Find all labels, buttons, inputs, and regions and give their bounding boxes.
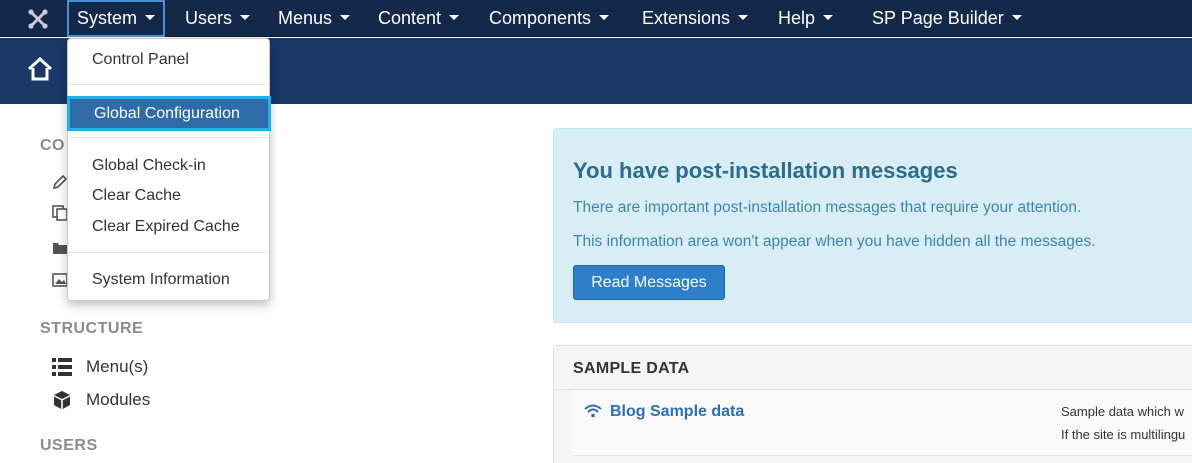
divider <box>68 84 269 85</box>
menu-content[interactable]: Content <box>378 0 460 37</box>
cube-icon <box>54 391 70 409</box>
list-item <box>572 390 1192 456</box>
divider <box>68 137 269 138</box>
home-icon[interactable] <box>27 56 53 82</box>
menu-sp-page-builder[interactable]: SP Page Builder <box>872 0 1022 37</box>
top-navbar: System Users Menus Content Components Ex… <box>0 0 1192 37</box>
wifi-icon <box>584 404 602 418</box>
menu-item-global-check-in[interactable]: Global Check-in <box>68 153 269 179</box>
menu-item-clear-cache[interactable]: Clear Cache <box>68 183 269 209</box>
menu-menus-label: Menus <box>278 8 333 28</box>
menu-users-label: Users <box>185 8 233 28</box>
folder-icon[interactable] <box>52 240 68 256</box>
list-icon <box>52 358 72 376</box>
sidebar-item-menus-label: Menu(s) <box>86 357 149 376</box>
menu-help-label: Help <box>778 8 816 28</box>
menu-item-clear-expired-cache[interactable]: Clear Expired Cache <box>68 214 269 240</box>
menu-users[interactable]: Users <box>185 0 251 37</box>
menu-content-label: Content <box>378 8 442 28</box>
sidebar-heading-partial: CO <box>40 137 65 154</box>
messages-line-2: This information area won't appear when … <box>573 233 1096 250</box>
read-messages-button[interactable]: Read Messages <box>573 265 725 300</box>
menu-system-label: System <box>77 8 138 28</box>
sidebar-heading-structure: STRUCTURE <box>40 320 144 337</box>
joomla-logo-icon[interactable] <box>26 7 50 31</box>
sample-data-description-2: If the site is multilingu <box>1061 427 1186 442</box>
caret-down-icon <box>599 14 610 20</box>
image-icon[interactable] <box>52 272 68 288</box>
messages-title: You have post-installation messages <box>573 158 958 183</box>
menu-item-global-configuration[interactable]: Global Configuration <box>67 96 271 131</box>
caret-down-icon <box>340 14 351 20</box>
menu-menus[interactable]: Menus <box>278 0 351 37</box>
post-install-messages-panel: You have post-installation messages Ther… <box>553 128 1192 323</box>
sidebar-item-menus[interactable]: Menu(s) <box>52 357 252 379</box>
blog-sample-data-link[interactable]: Blog Sample data <box>610 403 744 421</box>
sidebar-item-modules-label: Modules <box>86 390 151 409</box>
pencil-icon[interactable] <box>52 174 68 190</box>
menu-extensions[interactable]: Extensions <box>642 0 749 37</box>
sample-data-heading: SAMPLE DATA <box>573 360 690 377</box>
menu-item-system-information[interactable]: System Information <box>68 267 269 293</box>
copy-icon[interactable] <box>52 205 68 221</box>
caret-down-icon <box>738 14 749 20</box>
menu-system[interactable]: System <box>67 0 166 37</box>
divider <box>68 252 269 253</box>
caret-down-icon <box>449 14 460 20</box>
caret-down-icon <box>145 14 156 20</box>
menu-components[interactable]: Components <box>489 0 610 37</box>
sidebar-item-modules[interactable]: Modules <box>52 390 252 412</box>
caret-down-icon <box>823 14 834 20</box>
menu-help[interactable]: Help <box>778 0 834 37</box>
system-dropdown-menu: Control Panel Global Configuration Globa… <box>67 38 271 301</box>
menu-item-control-panel[interactable]: Control Panel <box>68 47 269 73</box>
messages-line-1: There are important post-installation me… <box>573 199 1082 216</box>
caret-down-icon <box>240 14 251 20</box>
caret-down-icon <box>1011 14 1022 20</box>
sidebar-heading-users: USERS <box>40 437 98 454</box>
sample-data-description-1: Sample data which w <box>1061 404 1184 419</box>
menu-components-label: Components <box>489 8 592 28</box>
sample-data-panel: SAMPLE DATA Blog Sample data Sample data… <box>553 345 1192 463</box>
menu-extensions-label: Extensions <box>642 8 731 28</box>
menu-sp-page-builder-label: SP Page Builder <box>872 8 1004 28</box>
